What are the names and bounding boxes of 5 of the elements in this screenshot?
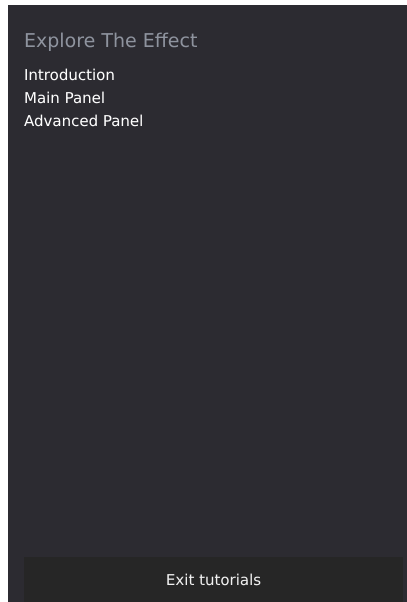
exit-button[interactable]: Exit tutorials [24, 557, 403, 602]
tutorial-link[interactable]: Main Panel [24, 87, 106, 110]
panel-title: Explore The Effect [24, 29, 198, 53]
tutorial-link[interactable]: Advanced Panel [24, 110, 144, 133]
tutorial-link[interactable]: Introduction [24, 64, 115, 87]
